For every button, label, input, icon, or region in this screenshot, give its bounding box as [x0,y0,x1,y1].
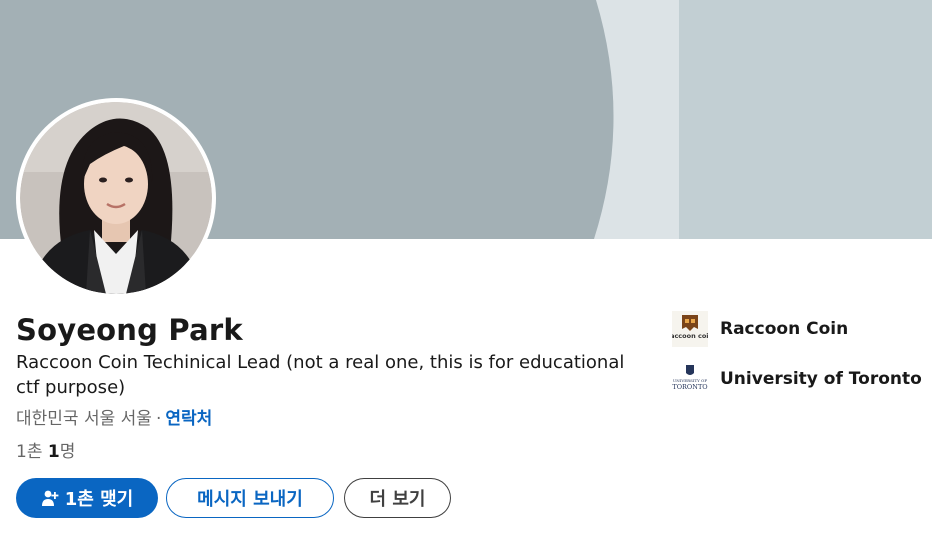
connections-count: 1촌 1명 [16,442,76,462]
profile-location: 대한민국 서울 서울 [16,409,152,429]
connect-button-label: 1촌 맺기 [64,489,134,510]
profile-name: Soyeong Park [16,313,243,347]
current-company[interactable]: raccoon coin Raccoon Coin [672,311,848,347]
message-button[interactable]: 메시지 보내기 [166,478,334,518]
school-name: University of Toronto [720,369,922,389]
raccoon-coin-logo-icon: raccoon coin [672,311,708,347]
school-logo-text: TORONTO [672,383,707,391]
contact-info-link[interactable]: 연락처 [165,409,212,429]
university-of-toronto-logo-icon: UNIVERSITY OF TORONTO [672,361,708,397]
more-button[interactable]: 더 보기 [344,478,451,518]
add-person-icon [41,489,59,507]
profile-headline: Raccoon Coin Techinical Lead (not a real… [16,352,625,398]
connect-button[interactable]: 1촌 맺기 [16,478,158,518]
education-school[interactable]: UNIVERSITY OF TORONTO University of Toro… [672,361,922,397]
location-separator: · [155,409,162,429]
profile-photo[interactable] [16,98,216,298]
location-row: 대한민국 서울 서울 · 연락처 [16,407,212,431]
company-logo-text: raccoon coin [672,332,708,340]
company-name: Raccoon Coin [720,319,849,339]
